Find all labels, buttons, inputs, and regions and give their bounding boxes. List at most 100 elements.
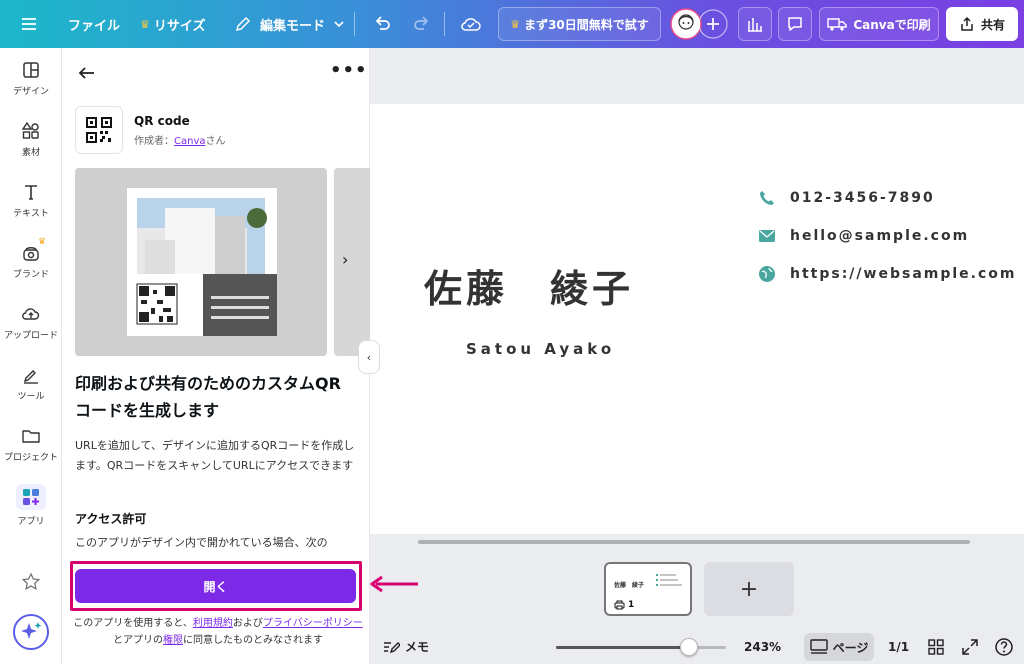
email-text: hello@sample.com xyxy=(790,228,970,244)
menu-icon[interactable] xyxy=(20,0,38,48)
phone-icon xyxy=(760,191,774,205)
divider xyxy=(354,12,355,36)
rail-item-design[interactable]: デザイン xyxy=(0,48,62,108)
layout-icon xyxy=(23,61,39,78)
pages-label: ページ xyxy=(832,640,869,655)
pages-icon xyxy=(809,639,828,654)
resize-button[interactable]: ♛ リサイズ xyxy=(140,0,206,48)
rail-item-elements[interactable]: 素材 xyxy=(0,109,62,169)
top-bar: ファイル ♛ リサイズ 編集モード ♛ まず30日間無料で試す Canvaで印刷… xyxy=(0,0,1024,48)
free-trial-label: まず30日間無料で試す xyxy=(524,17,649,32)
crown-icon: ♛ xyxy=(140,17,150,31)
notes-icon xyxy=(384,641,400,653)
add-page-button[interactable]: + xyxy=(704,562,794,616)
help-icon[interactable] xyxy=(994,637,1014,657)
undo-icon[interactable] xyxy=(372,0,392,48)
pages-button[interactable]: ページ xyxy=(804,633,874,661)
rail-label: アプリ xyxy=(17,516,45,527)
free-trial-button[interactable]: ♛ まず30日間無料で試す xyxy=(498,7,661,41)
access-text: このアプリがデザイン内で開かれている場合、次の xyxy=(75,536,328,549)
thumb-number-text: 1 xyxy=(628,600,635,610)
draw-icon xyxy=(23,369,38,384)
pink-arrow-icon xyxy=(370,575,418,593)
business-card[interactable] xyxy=(370,104,1024,534)
contact-website[interactable]: https://websample.com xyxy=(758,264,1017,284)
zoom-slider-fill xyxy=(556,646,689,649)
app-name: QR code xyxy=(134,114,190,128)
terms-part: このアプリを使用すると、 xyxy=(73,618,193,629)
rail-item-projects[interactable]: プロジェクト xyxy=(0,414,62,474)
print-button[interactable]: Canvaで印刷 xyxy=(819,7,939,41)
access-title: アクセス許可 xyxy=(75,512,147,526)
panel-heading: 印刷および共有のためのカスタムQRコードを生成します xyxy=(75,374,341,420)
cloud-upload-icon xyxy=(22,307,40,320)
panel-description: URLを追加して、デザインに追加するQRコードを作成します。QRコードをスキャン… xyxy=(75,439,355,472)
zoom-slider-handle[interactable] xyxy=(679,638,698,656)
back-arrow-icon[interactable] xyxy=(76,62,98,84)
notes-label: メモ xyxy=(405,640,430,654)
rail-item-text[interactable]: テキスト xyxy=(0,170,62,230)
star-icon xyxy=(21,572,41,591)
preview-image-next xyxy=(334,168,370,356)
collapse-panel-button[interactable]: ‹ xyxy=(358,340,380,374)
app-author: 作成者：Canvaさん xyxy=(134,132,226,147)
page-thumbnail[interactable]: 佐藤 綾子 1 xyxy=(604,562,692,616)
preview-illustration xyxy=(127,188,277,336)
zoom-level: 243% xyxy=(744,640,782,654)
comments-button[interactable] xyxy=(778,7,812,41)
contact-email[interactable]: hello@sample.com xyxy=(758,226,969,246)
share-button[interactable]: 共有 xyxy=(946,7,1018,41)
folder-icon xyxy=(22,429,40,443)
website-text: https://websample.com xyxy=(790,266,1017,282)
comment-icon xyxy=(788,17,802,31)
zoom-slider-track[interactable] xyxy=(556,646,726,649)
fullscreen-icon[interactable] xyxy=(960,637,980,657)
author-prefix: 作成者： xyxy=(134,136,174,147)
terms-part: に同意したものとみなされます xyxy=(183,635,323,646)
more-options-icon[interactable]: ••• xyxy=(330,60,368,81)
open-button[interactable]: 開く xyxy=(75,569,356,603)
insights-button[interactable] xyxy=(738,7,772,41)
left-rail: デザイン 素材 テキスト ♛ ブランド アップロード ツール プロジェクト アプ… xyxy=(0,48,62,664)
terms-part: および xyxy=(232,618,263,629)
qr-app-icon xyxy=(75,106,123,154)
sparkle-icon xyxy=(13,614,49,650)
rail-item-tools[interactable]: ツール xyxy=(0,353,62,413)
edit-mode-dropdown[interactable]: 編集モード xyxy=(234,0,345,48)
add-collaborator-button[interactable] xyxy=(698,0,728,48)
horizontal-scrollbar[interactable] xyxy=(418,540,970,544)
share-label: 共有 xyxy=(980,17,1005,32)
globe-icon xyxy=(759,266,775,282)
rail-label: アップロード xyxy=(3,330,58,341)
file-menu[interactable]: ファイル xyxy=(68,0,120,48)
cloud-sync-icon[interactable] xyxy=(460,0,482,48)
permissions-link[interactable]: 権限 xyxy=(163,635,183,646)
rail-item-apps[interactable]: アプリ xyxy=(0,475,62,535)
thumb-contact-lines xyxy=(656,574,682,586)
rail-label: テキスト xyxy=(13,208,49,219)
crown-icon: ♛ xyxy=(510,17,521,31)
contact-phone[interactable]: 012-3456-7890 xyxy=(758,188,935,208)
rail-label: 素材 xyxy=(21,147,40,158)
rail-label: デザイン xyxy=(12,86,49,97)
magic-assistant-button[interactable] xyxy=(0,602,62,662)
phone-text: 012-3456-7890 xyxy=(790,190,935,206)
card-name-japanese[interactable]: 佐藤 綾子 xyxy=(424,258,634,313)
terms-of-use-link[interactable]: 利用規約 xyxy=(193,618,233,629)
chevron-right-icon[interactable]: › xyxy=(342,250,348,269)
rail-item-brand[interactable]: ♛ ブランド xyxy=(0,231,62,291)
mail-icon xyxy=(759,230,775,242)
rail-label: ブランド xyxy=(12,269,49,280)
grid-view-icon[interactable] xyxy=(926,637,946,657)
notes-button[interactable]: メモ xyxy=(382,638,429,655)
privacy-policy-link[interactable]: プライバシーポリシー xyxy=(263,618,363,629)
redo-icon[interactable] xyxy=(412,0,432,48)
edit-mode-label: 編集モード xyxy=(260,18,326,34)
app-panel: ••• QR code 作成者：Canvaさん › 印刷および共有のためのカスタ… xyxy=(62,48,370,664)
author-link[interactable]: Canva xyxy=(174,136,206,147)
card-name-english[interactable]: Satou Ayako xyxy=(466,340,615,358)
pencil-icon xyxy=(235,16,251,32)
rail-item-uploads[interactable]: アップロード xyxy=(0,292,62,352)
shapes-icon xyxy=(21,121,39,139)
truck-icon xyxy=(827,18,848,31)
